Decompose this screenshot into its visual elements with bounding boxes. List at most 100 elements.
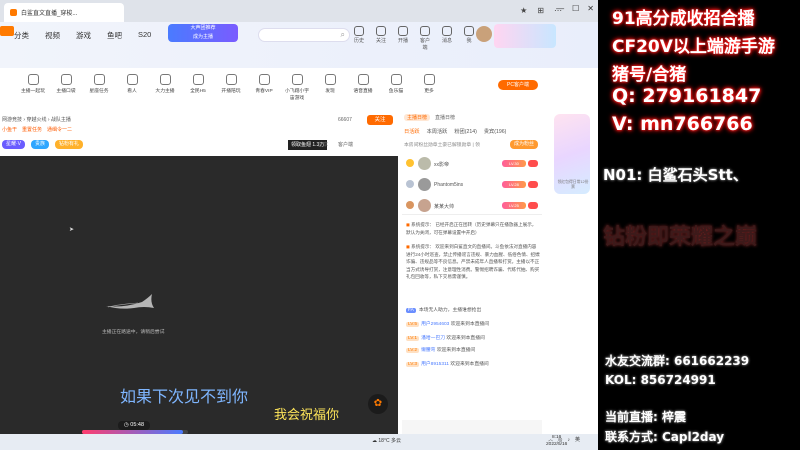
share-button[interactable]: 分享 <box>318 141 328 148</box>
rank-row[interactable]: Phantom5ins LV.28 <box>406 178 540 192</box>
client-link[interactable]: 客户端 <box>338 141 353 148</box>
category-item[interactable]: 更多 <box>416 72 442 104</box>
search-input[interactable]: ⌕ <box>258 28 350 42</box>
category-item[interactable]: 星座任务 <box>86 72 112 104</box>
category-item[interactable]: 青春VIP <box>251 72 277 104</box>
room-tag[interactable]: 重置任务 <box>22 126 42 133</box>
tab-daily-active[interactable]: 日活跃 <box>404 128 420 140</box>
follow-list-button[interactable]: 关注 <box>374 26 388 51</box>
chat-text: 欢迎来到本直播间 <box>450 322 490 327</box>
nav-item-video[interactable]: 视频 <box>45 30 60 41</box>
tab-anchor-daily[interactable]: 主播日榜 <box>404 114 431 121</box>
client-button[interactable]: 客户端 <box>418 26 432 51</box>
profile-button[interactable]: 我 <box>462 26 476 51</box>
category-item[interactable]: 开播陪玩 <box>218 72 244 104</box>
tab-live-daily[interactable]: 直播日榜 <box>435 114 455 121</box>
category-label: 青春VIP <box>255 89 273 94</box>
search-icon[interactable]: ⌕ <box>341 30 345 40</box>
category-icon <box>225 74 237 85</box>
category-item[interactable]: 主播一起玩 <box>20 72 46 104</box>
messages-label: 消息 <box>441 38 452 44</box>
client-label: 客户端 <box>419 38 430 51</box>
nav-item-game[interactable]: 游戏 <box>76 30 91 41</box>
nav-item-fishbar[interactable]: 鱼吧 <box>107 30 122 41</box>
status-badge[interactable]: 贵族 <box>31 140 50 149</box>
user-level-badge: LV.5 <box>406 322 420 327</box>
history-button[interactable]: 历史 <box>352 26 366 51</box>
vip-banner[interactable] <box>494 24 556 48</box>
nav-item-category[interactable]: 分类 <box>14 30 29 41</box>
category-icon <box>291 74 303 85</box>
star-icon[interactable]: ★ <box>520 6 527 15</box>
overlay-wechat: V: mn766766 <box>612 113 753 135</box>
category-label: 开播陪玩 <box>221 89 241 94</box>
messages-button[interactable]: 消息 <box>440 26 454 51</box>
browser-tab[interactable]: 白鲨直文直播_穿梭... <box>4 3 124 22</box>
rank-level-badge: LV.25 <box>502 202 526 209</box>
rank-level-badge: LV.30 <box>502 160 526 167</box>
follow-button[interactable]: 关注 <box>367 115 393 125</box>
site-logo[interactable] <box>0 26 14 36</box>
category-label: 星座任务 <box>89 89 109 94</box>
pc-client-button[interactable]: PC客户端 <box>498 80 538 90</box>
download-icon <box>420 26 430 36</box>
loading-fish-icon <box>106 294 154 309</box>
category-item[interactable]: 大力主播 <box>152 72 178 104</box>
category-icon <box>357 74 369 85</box>
promo-banner[interactable]: 大声团推荐 成为主播 <box>168 24 238 42</box>
overlay-current-anchor: 当前直播: 梓震 <box>605 410 686 424</box>
rank-row[interactable]: 某某大帅 LV.25 <box>406 199 540 213</box>
category-label: 鱼乐猫 <box>388 89 404 94</box>
close-icon[interactable]: ✕ <box>587 4 594 13</box>
category-label: 更多 <box>424 89 434 94</box>
chat-username[interactable]: 潘哈一巴刀 <box>421 336 445 341</box>
room-tags: 小鱼干 重置任务 通缉令一二 <box>2 126 72 133</box>
category-icon <box>258 74 270 85</box>
fans-badge-icon: FA <box>406 308 416 313</box>
tab-weekly-active[interactable]: 本周活跃 <box>427 128 448 140</box>
taskbar-clock[interactable]: 8:16 2022/5/16 <box>546 434 567 448</box>
chat-username[interactable]: 用户2954603 <box>421 322 449 327</box>
status-badge[interactable]: 钻粉有礼 <box>55 140 84 149</box>
rank-pill <box>528 160 538 167</box>
chat-message: LV.2 懒腰弯 欢迎来到本直播间 <box>406 346 475 353</box>
nav-item-s20[interactable]: S20 <box>138 30 151 41</box>
volume-icon[interactable]: ♪ <box>567 437 570 443</box>
extension-icon[interactable]: ⊞ <box>537 6 544 15</box>
overlay-no1: N01: 白鲨石头Stt、 <box>603 166 748 184</box>
tab-fans[interactable]: 粉团(214) <box>454 128 477 140</box>
category-item[interactable]: 小飞翔小宇宙游戏 <box>284 72 310 104</box>
become-fan-button[interactable]: 成为粉丝 <box>510 140 538 149</box>
category-icon <box>423 74 435 85</box>
chat-username[interactable]: 用户8915311 <box>421 362 449 367</box>
chat-username[interactable]: 懒腰弯 <box>421 348 435 353</box>
window-controls: — ☐ ✕ <box>556 4 594 13</box>
chat-input[interactable] <box>402 420 542 434</box>
category-item[interactable]: 看人 <box>119 72 145 104</box>
rank-row[interactable]: xx影帝 LV.30 <box>406 157 540 171</box>
tab-vip[interactable]: 贵宾(196) <box>484 128 507 140</box>
mouse-cursor-icon: ➤ <box>69 227 75 233</box>
category-item[interactable]: 主播口袋 <box>53 72 79 104</box>
input-language[interactable]: 英 <box>575 436 580 443</box>
status-badge[interactable]: 星耀·V <box>2 140 26 149</box>
subtitle-line-1: 如果下次见不到你 <box>120 387 249 406</box>
category-item[interactable]: 发现 <box>317 72 343 104</box>
user-icon <box>464 26 474 36</box>
room-tag[interactable]: 通缉令一二 <box>47 126 72 133</box>
category-item[interactable]: 全民H5 <box>185 72 211 104</box>
category-label: 全民H5 <box>190 89 206 94</box>
share-row: 分享 客户端 <box>318 141 353 148</box>
maximize-icon[interactable]: ☐ <box>572 4 579 13</box>
gift-button[interactable]: ✿ <box>368 394 388 414</box>
weather-widget[interactable]: ☁ 18°C 多云 <box>372 437 401 444</box>
rank-username: xx影帝 <box>434 162 450 168</box>
start-stream-button[interactable]: 开播 <box>396 26 410 51</box>
room-tag[interactable]: 小鱼干 <box>2 126 17 133</box>
minimize-icon[interactable]: — <box>556 4 564 13</box>
overlay-kol: KOL: 856724991 <box>605 373 716 387</box>
category-item[interactable]: 语音直播 <box>350 72 376 104</box>
avatar[interactable] <box>476 26 492 42</box>
player-time-value: 05:48 <box>130 422 145 428</box>
category-item[interactable]: 鱼乐猫 <box>383 72 409 104</box>
